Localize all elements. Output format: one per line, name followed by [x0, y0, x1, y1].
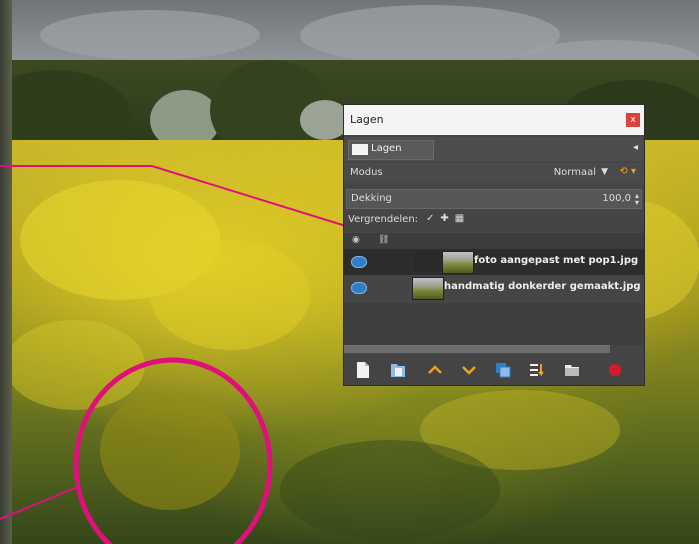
- layer-thumbnail: [442, 251, 474, 274]
- lock-position-icon[interactable]: ✚: [440, 213, 454, 224]
- layer-thumbnail: [412, 277, 444, 300]
- layer-row[interactable]: foto aangepast met pop1.jpg: [344, 249, 644, 275]
- raise-layer-icon: [428, 365, 442, 374]
- lower-layer-icon: [462, 366, 476, 375]
- new-layer-button[interactable]: [354, 361, 372, 379]
- new-layer-group-button[interactable]: [389, 361, 407, 379]
- chevron-down-icon[interactable]: ▼: [601, 167, 608, 177]
- horizontal-scrollbar[interactable]: [344, 345, 610, 353]
- canvas-left-border: [0, 0, 12, 544]
- lock-pixels-icon[interactable]: ✓: [426, 213, 440, 224]
- duplicate-layer-icon: [496, 363, 511, 378]
- layers-icon: [352, 144, 368, 155]
- tab-layers[interactable]: Lagen: [348, 140, 434, 160]
- mode-select[interactable]: Normaal: [554, 167, 596, 178]
- duplicate-layer-button[interactable]: [494, 361, 512, 379]
- tab-layers-label: Lagen: [371, 143, 402, 154]
- lock-label: Vergrendelen:: [348, 214, 419, 225]
- opacity-value[interactable]: 100,0: [602, 193, 631, 204]
- opacity-label: Dekking: [351, 193, 392, 204]
- layer-list-empty-area: [344, 303, 644, 345]
- merge-layer-button[interactable]: [528, 361, 546, 379]
- layer-list-header: ◉ ⛓: [344, 233, 644, 249]
- new-layer-icon: [357, 362, 369, 378]
- close-button[interactable]: x: [626, 113, 640, 127]
- visibility-column-icon[interactable]: ◉: [352, 235, 360, 245]
- chain-column-icon[interactable]: ⛓: [378, 235, 389, 245]
- tab-menu-icon[interactable]: ◂: [633, 142, 638, 153]
- eye-icon[interactable]: [351, 282, 367, 294]
- layer-name[interactable]: foto aangepast met pop1.jpg: [474, 255, 638, 266]
- dialog-title: Lagen: [350, 113, 384, 126]
- layer-mask-thumbnail: [414, 251, 442, 272]
- spin-arrows-icon[interactable]: ▴ ▾: [635, 192, 639, 207]
- dock-tab-row: Lagen ◂: [344, 137, 644, 161]
- lock-row: Vergrendelen: ✓✚▦: [344, 211, 644, 231]
- delete-layer-button[interactable]: [606, 361, 624, 379]
- layer-name[interactable]: handmatig donkerder gemaakt.jpg: [444, 281, 641, 292]
- lock-alpha-icon[interactable]: ▦: [455, 213, 470, 224]
- layers-toolbar: [344, 355, 644, 385]
- new-layer-group-icon: [391, 364, 405, 377]
- mode-label: Modus: [350, 167, 383, 178]
- anchor-layer-button[interactable]: [563, 361, 581, 379]
- layers-dialog[interactable]: Lagen x Lagen ◂ Modus Normaal ▼ ⟲ ▾ Dekk…: [344, 105, 644, 385]
- anchor-layer-icon: [565, 365, 579, 376]
- mode-row: Modus Normaal ▼ ⟲ ▾: [344, 163, 644, 183]
- dialog-titlebar[interactable]: Lagen x: [344, 105, 644, 135]
- raise-layer-button[interactable]: [426, 361, 444, 379]
- close-icon: x: [630, 115, 636, 125]
- eye-icon[interactable]: [351, 256, 367, 268]
- opacity-field[interactable]: Dekking 100,0 ▴ ▾: [346, 189, 642, 209]
- lower-layer-button[interactable]: [460, 361, 478, 379]
- delete-layer-icon: [609, 364, 621, 376]
- merge-layer-icon: [530, 364, 544, 377]
- composite-mode-icon[interactable]: ⟲ ▾: [619, 166, 636, 177]
- layer-row[interactable]: handmatig donkerder gemaakt.jpg: [344, 275, 644, 301]
